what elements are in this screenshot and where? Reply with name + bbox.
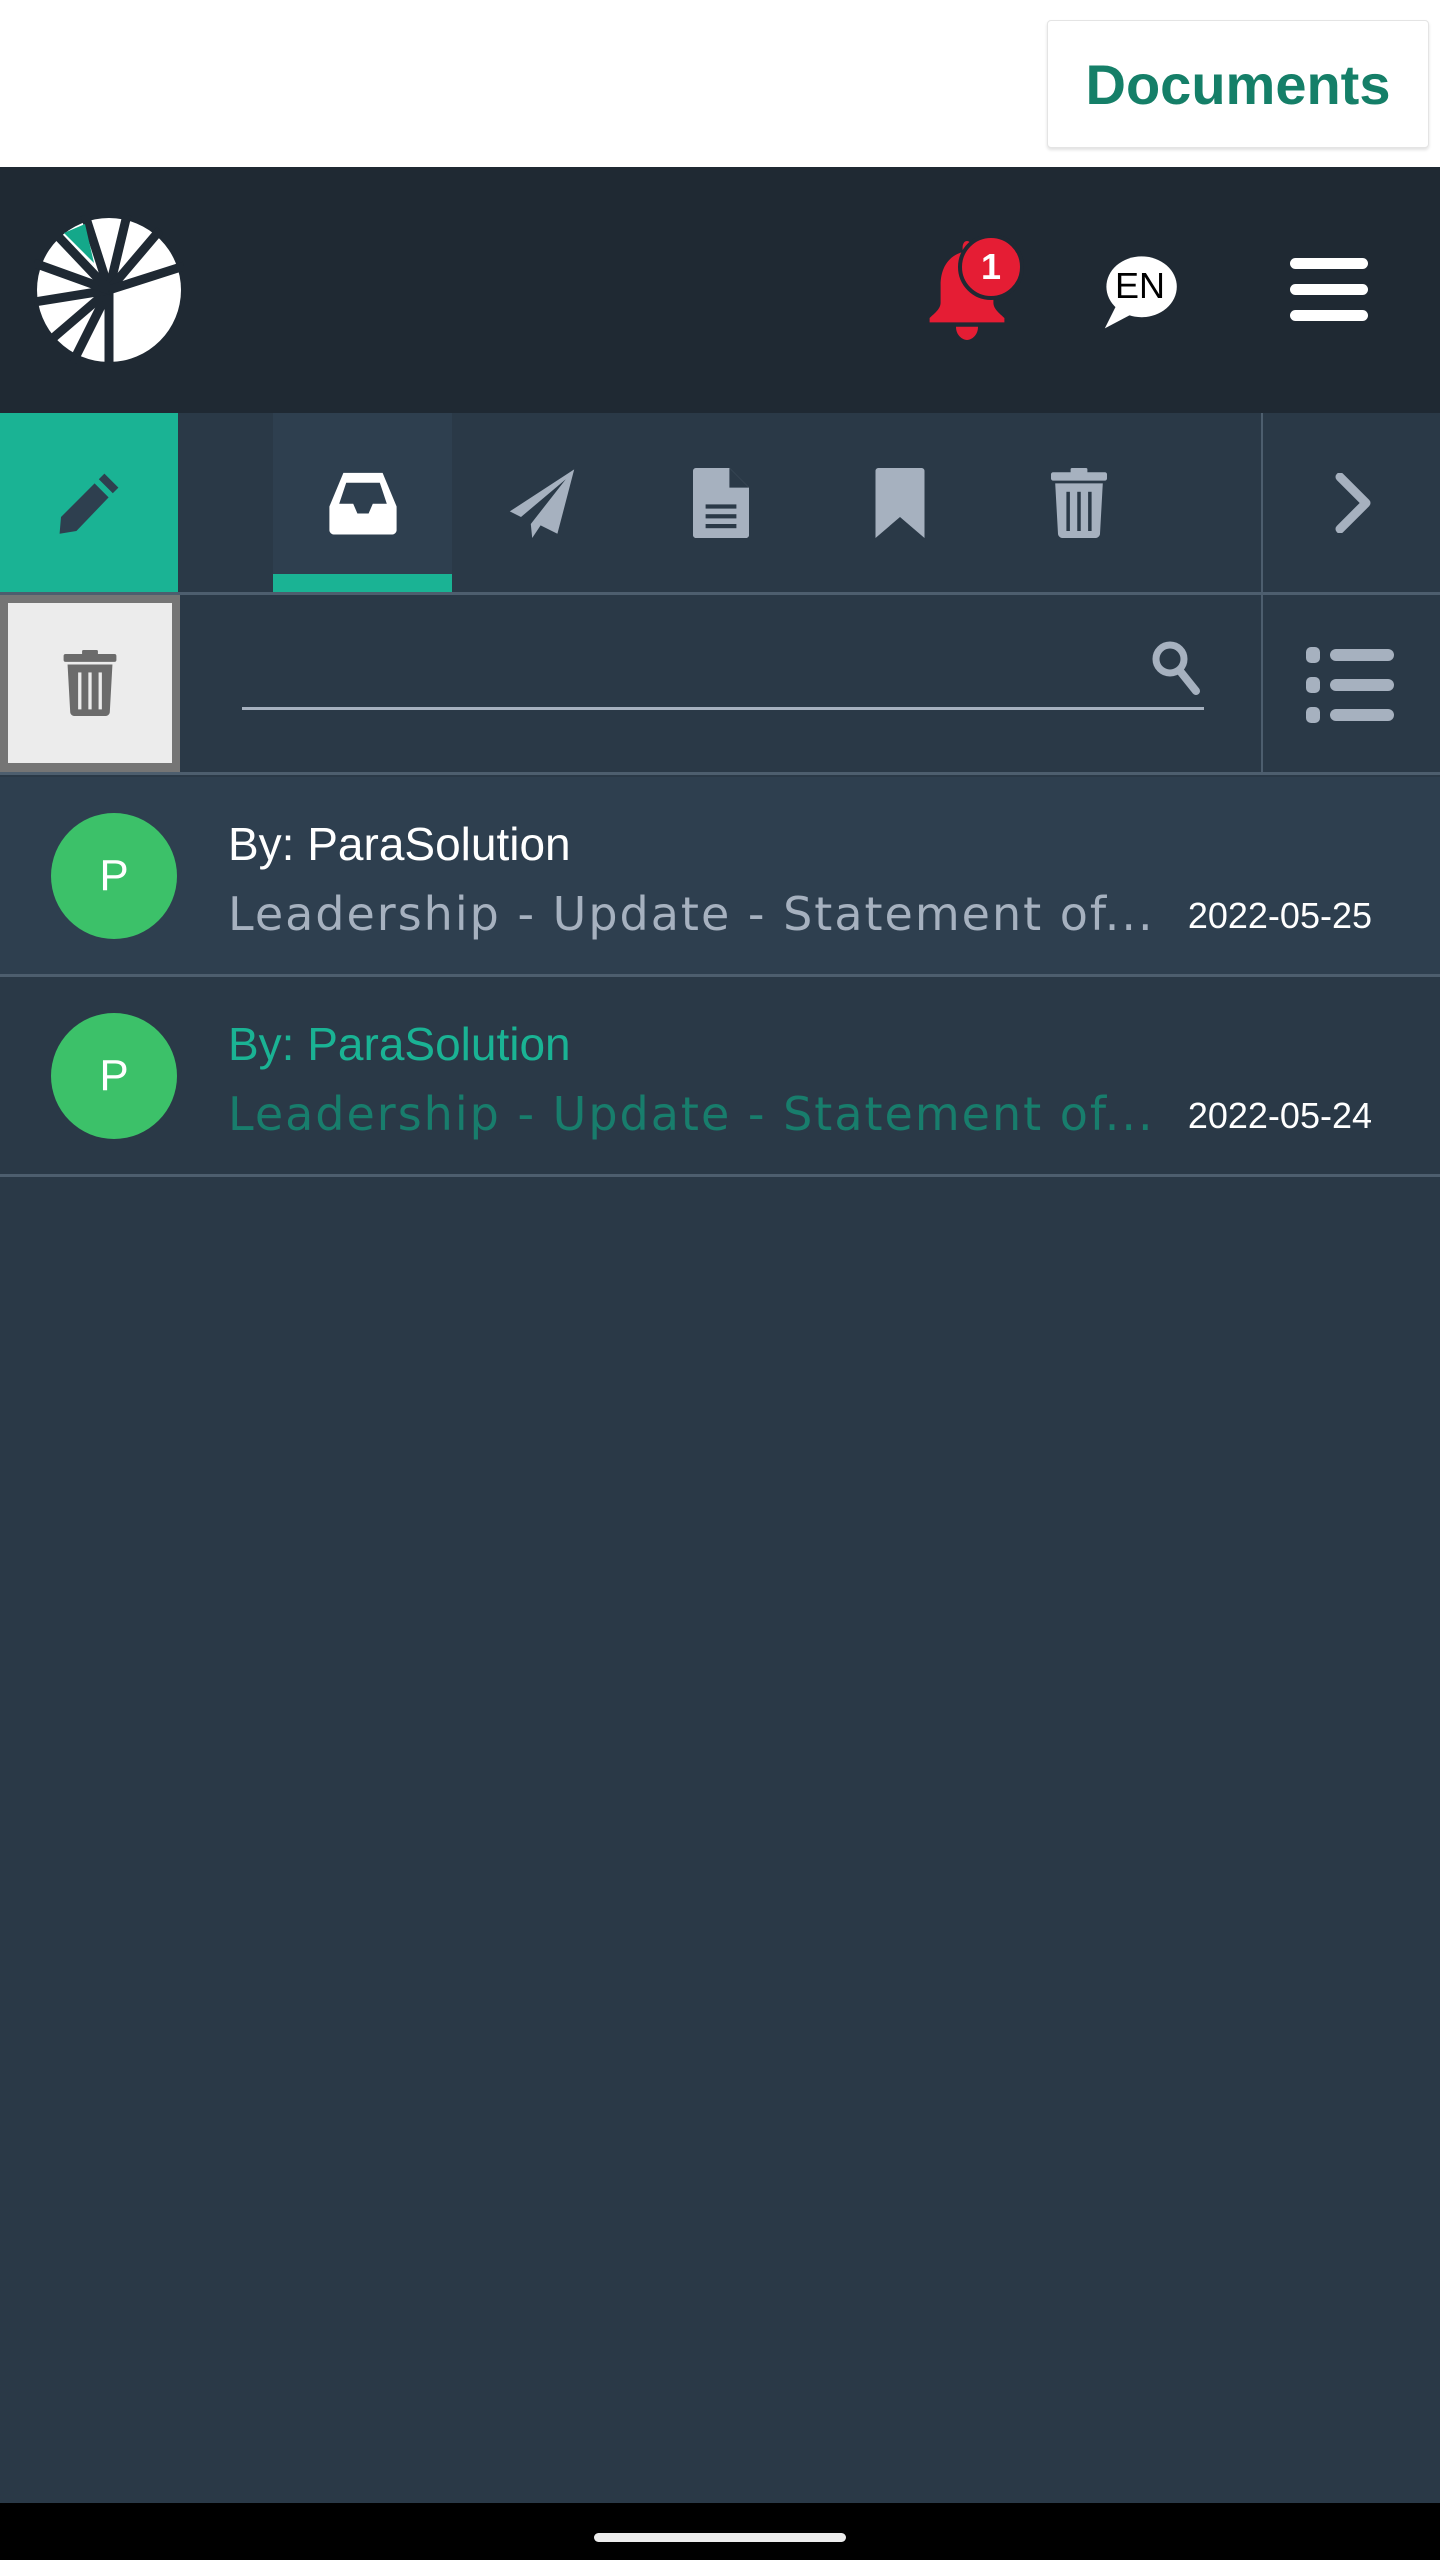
avatar: P <box>51 813 177 939</box>
message-date: 2022-05-24 <box>1187 1095 1372 1136</box>
tab-trash[interactable] <box>989 413 1168 592</box>
document-icon <box>692 467 749 538</box>
delete-selected-button[interactable] <box>0 595 180 772</box>
documents-button[interactable]: Documents <box>1047 20 1429 148</box>
more-tabs-button[interactable] <box>1263 413 1440 592</box>
app-header <box>0 167 1440 413</box>
list-view-icon[interactable] <box>1300 635 1400 735</box>
home-indicator[interactable] <box>594 2533 846 2542</box>
hamburger-menu-icon[interactable] <box>1290 258 1368 322</box>
message-list-item[interactable]: P By: ParaSolution Leadership - Update -… <box>0 977 1440 1177</box>
message-date: 2022-05-25 <box>1187 895 1372 936</box>
message-sender: By: ParaSolution <box>228 1018 571 1070</box>
search-icon[interactable] <box>1150 639 1202 695</box>
chevron-right-icon <box>1335 472 1370 533</box>
compose-button[interactable] <box>0 413 178 592</box>
trash-icon <box>1050 467 1107 538</box>
folder-tab-bar <box>0 413 1440 595</box>
message-sender: By: ParaSolution <box>228 818 571 870</box>
message-subject: Leadership - Update - Statement of... <box>228 1087 1155 1141</box>
notification-badge: 1 <box>958 234 1024 300</box>
message-list-item[interactable]: P By: ParaSolution Leadership - Update -… <box>0 777 1440 977</box>
message-subject: Leadership - Update - Statement of... <box>228 887 1155 941</box>
tab-inbox[interactable] <box>273 413 452 592</box>
trash-icon <box>63 650 117 716</box>
search-input[interactable] <box>242 625 1204 710</box>
pencil-icon <box>59 473 119 534</box>
inbox-icon <box>328 472 397 534</box>
search-row <box>0 595 1440 775</box>
search-divider <box>1261 595 1263 772</box>
bookmark-icon <box>875 467 924 538</box>
paper-plane-icon <box>509 468 574 538</box>
language-label: EN <box>1114 265 1165 306</box>
system-navigation-bar <box>0 2503 1440 2560</box>
top-bar: Documents <box>0 0 1440 167</box>
pie-chart-logo[interactable] <box>34 215 184 365</box>
avatar: P <box>51 1013 177 1139</box>
tab-sent[interactable] <box>452 413 631 592</box>
tab-bookmarks[interactable] <box>810 413 989 592</box>
tab-documents[interactable] <box>631 413 810 592</box>
